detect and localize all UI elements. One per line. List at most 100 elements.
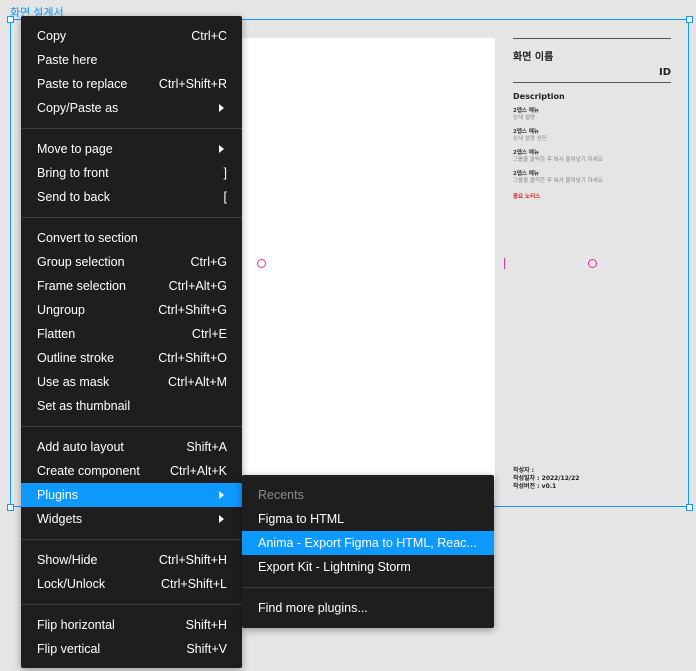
spec-panel[interactable]: 화면 이름 ID Description 2뎁스 메뉴 상세 설명 2뎁스 메뉴 상세…: [513, 38, 671, 499]
menu-item-label: Lock/Unlock: [37, 577, 106, 591]
menu-item-label: Paste to replace: [37, 77, 128, 91]
menu-item-flatten[interactable]: Flatten Ctrl+E: [21, 322, 242, 346]
menu-item-shortcut: Ctrl+Shift+G: [158, 303, 227, 317]
menu-item-plugins[interactable]: Plugins: [21, 483, 242, 507]
recents-caption-label: Recents: [258, 488, 304, 502]
menu-item-shortcut: Ctrl+C: [191, 29, 227, 43]
menu-item-label: Flip vertical: [37, 642, 101, 656]
author-label: 작성자 :: [513, 467, 535, 474]
context-menu: Copy Ctrl+C Paste here Paste to replace Ctrl…: [21, 16, 242, 668]
menu-separator: [21, 604, 242, 605]
menu-item-set-as-thumbnail[interactable]: Set as thumbnail: [21, 394, 242, 418]
screen-id: ID: [658, 67, 671, 78]
menu-item-flip-horizontal[interactable]: Flip horizontal Shift+H: [21, 613, 242, 637]
divider: [513, 38, 671, 39]
menu-item-show-hide[interactable]: Show/Hide Ctrl+Shift+H: [21, 548, 242, 572]
menu-item-use-as-mask[interactable]: Use as mask Ctrl+Alt+M: [21, 370, 242, 394]
menu-item-shortcut: Ctrl+E: [191, 327, 227, 341]
menu-item-shortcut: Ctrl+Shift+O: [158, 351, 227, 365]
menu-item-ungroup[interactable]: Ungroup Ctrl+Shift+G: [21, 298, 242, 322]
menu-item-send-to-back[interactable]: Send to back [: [21, 185, 242, 209]
plugin-item-figma-to-html[interactable]: Figma to HTML: [242, 507, 494, 531]
description-heading: Description: [513, 92, 565, 101]
meta-block: 작성자 : 작성일자 : 2022/12/22 작성버전 : v0.1: [513, 467, 579, 491]
find-more-plugins-label: Find more plugins...: [258, 601, 368, 615]
spec-item-description: 그룹을 클릭한 후 복사 붙여넣기 하세요: [513, 178, 603, 184]
menu-item-label: Frame selection: [37, 279, 126, 293]
menu-item-copy[interactable]: Copy Ctrl+C: [21, 24, 242, 48]
menu-item-flip-vertical[interactable]: Flip vertical Shift+V: [21, 637, 242, 661]
menu-item-create-component[interactable]: Create component Ctrl+Alt+K: [21, 459, 242, 483]
menu-item-label: Group selection: [37, 255, 125, 269]
menu-item-label: Show/Hide: [37, 553, 98, 567]
menu-item-shortcut: Ctrl+Shift+L: [160, 577, 227, 591]
recents-caption: Recents: [242, 483, 494, 507]
menu-item-label: Convert to section: [37, 231, 138, 245]
find-more-plugins-item[interactable]: Find more plugins...: [242, 596, 494, 620]
spec-item-heading: 2뎁스 메뉴: [513, 150, 539, 156]
menu-item-shortcut: Ctrl+G: [190, 255, 227, 269]
menu-item-shortcut: Shift+H: [185, 618, 227, 632]
menu-item-label: Copy: [37, 29, 67, 43]
menu-item-add-auto-layout[interactable]: Add auto layout Shift+A: [21, 435, 242, 459]
menu-item-group-selection[interactable]: Group selection Ctrl+G: [21, 250, 242, 274]
menu-item-shortcut: Ctrl+Alt+K: [170, 464, 227, 478]
resize-handle-top-right[interactable]: [686, 16, 693, 23]
menu-item-copy-paste-as[interactable]: Copy/Paste as: [21, 96, 242, 120]
spec-item: 2뎁스 메뉴 그룹을 클릭한 후 복사 붙여넣기 하세요: [513, 150, 671, 164]
submenu-arrow-icon: [219, 104, 224, 112]
plugins-submenu: Recents Figma to HTML Anima - Export Figm…: [242, 475, 494, 628]
menu-item-shortcut: Ctrl+Shift+R: [158, 77, 227, 91]
menu-separator: [21, 426, 242, 427]
menu-item-shortcut: Shift+A: [186, 440, 227, 454]
menu-item-move-to-page[interactable]: Move to page: [21, 137, 242, 161]
measure-ring-left: [257, 259, 266, 268]
spec-item-heading: 2뎁스 메뉴: [513, 108, 539, 114]
menu-item-shortcut: Ctrl+Alt+G: [168, 279, 227, 293]
menu-item-label: Paste here: [37, 53, 98, 67]
plugin-item-label: Export Kit - Lightning Storm: [258, 560, 411, 574]
spec-item-description: 상세 설명 상단: [513, 136, 547, 142]
plugin-item-anima-export-figma-to-html-reac[interactable]: Anima - Export Figma to HTML, Reac...: [242, 531, 494, 555]
menu-item-outline-stroke[interactable]: Outline stroke Ctrl+Shift+O: [21, 346, 242, 370]
menu-item-label: Set as thumbnail: [37, 399, 131, 413]
divider: [513, 82, 671, 83]
menu-item-label: Send to back: [37, 190, 110, 204]
resize-handle-bottom-left[interactable]: [7, 504, 14, 511]
submenu-arrow-icon: [219, 145, 224, 153]
spec-item: 2뎁스 메뉴 상세 설명: [513, 108, 671, 122]
menu-separator: [21, 217, 242, 218]
menu-item-shortcut: Ctrl+Alt+M: [167, 375, 227, 389]
menu-item-shortcut: [: [223, 190, 227, 204]
resize-handle-top-left[interactable]: [7, 16, 14, 23]
menu-item-shortcut: Shift+V: [186, 642, 227, 656]
resize-handle-bottom-right[interactable]: [686, 504, 693, 511]
menu-item-label: Add auto layout: [37, 440, 124, 454]
menu-item-label: Flatten: [37, 327, 76, 341]
notice-text: 중요 노티스: [513, 194, 541, 200]
menu-item-label: Outline stroke: [37, 351, 115, 365]
design-page[interactable]: [241, 38, 495, 499]
measure-tick: [504, 258, 505, 269]
menu-item-paste-to-replace[interactable]: Paste to replace Ctrl+Shift+R: [21, 72, 242, 96]
submenu-arrow-icon: [219, 515, 224, 523]
menu-item-label: Move to page: [37, 142, 113, 156]
plugin-item-label: Figma to HTML: [258, 512, 345, 526]
plugin-item-export-kit-lightning-storm[interactable]: Export Kit - Lightning Storm: [242, 555, 494, 579]
menu-item-label: Create component: [37, 464, 140, 478]
menu-separator: [21, 539, 242, 540]
spec-item: 2뎁스 메뉴 상세 설명 상단: [513, 129, 671, 143]
menu-item-label: Ungroup: [37, 303, 85, 317]
menu-item-label: Plugins: [37, 488, 78, 502]
spec-item-heading: 2뎁스 메뉴: [513, 171, 539, 177]
spec-item-description: 그룹을 클릭한 후 복사 붙여넣기 하세요: [513, 157, 603, 163]
menu-item-convert-to-section[interactable]: Convert to section: [21, 226, 242, 250]
menu-item-label: Widgets: [37, 512, 83, 526]
menu-item-frame-selection[interactable]: Frame selection Ctrl+Alt+G: [21, 274, 242, 298]
spec-item-heading: 2뎁스 메뉴: [513, 129, 539, 135]
screen-title: 화면 이름: [513, 52, 554, 63]
menu-item-widgets[interactable]: Widgets: [21, 507, 242, 531]
menu-item-bring-to-front[interactable]: Bring to front]: [21, 161, 242, 185]
menu-item-paste-here[interactable]: Paste here: [21, 48, 242, 72]
menu-item-lock-unlock[interactable]: Lock/Unlock Ctrl+Shift+L: [21, 572, 242, 596]
